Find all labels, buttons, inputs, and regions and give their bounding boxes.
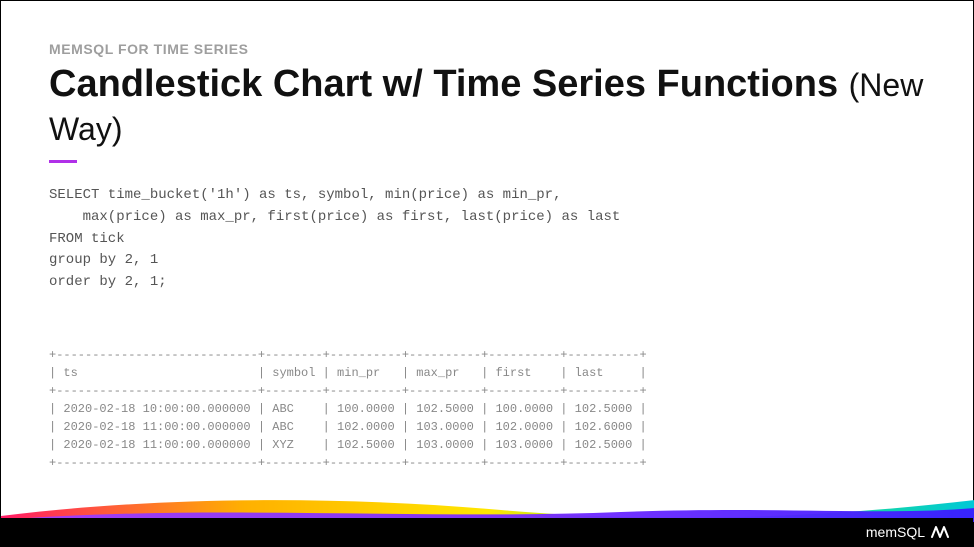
slide-footer: memSQL xyxy=(1,506,973,546)
accent-rule xyxy=(49,160,77,163)
slide-content: MEMSQL FOR TIME SERIES Candlestick Chart… xyxy=(49,41,925,472)
brand-text: memSQL xyxy=(866,524,925,540)
brand: memSQL xyxy=(866,524,949,540)
slide: MEMSQL FOR TIME SERIES Candlestick Chart… xyxy=(0,0,974,547)
brand-logo-icon xyxy=(931,525,949,539)
result-table: +----------------------------+--------+-… xyxy=(49,346,925,472)
slide-title: Candlestick Chart w/ Time Series Functio… xyxy=(49,63,925,150)
title-main: Candlestick Chart w/ Time Series Functio… xyxy=(49,63,849,105)
eyebrow-text: MEMSQL FOR TIME SERIES xyxy=(49,41,925,57)
footer-bar: memSQL xyxy=(1,518,973,546)
sql-code-block: SELECT time_bucket('1h') as ts, symbol, … xyxy=(49,185,925,293)
